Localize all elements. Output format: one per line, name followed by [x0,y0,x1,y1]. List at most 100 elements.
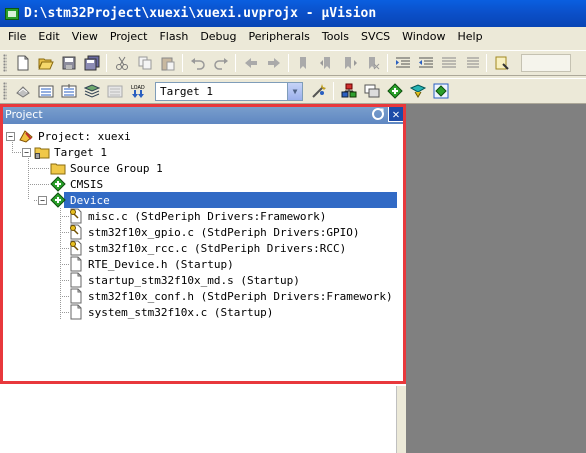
batch-build-icon[interactable] [80,80,103,102]
menu-tools[interactable]: Tools [316,27,355,46]
tree-item-target[interactable]: − Target 1 [22,144,109,160]
tree-item-project[interactable]: − Project: xuexi [6,128,133,144]
svg-text:LOAD: LOAD [131,85,145,91]
translate-icon[interactable] [11,80,34,102]
file-label: misc.c (StdPeriph Drivers:Framework) [88,209,327,223]
close-icon[interactable]: ✕ [388,106,404,122]
project-panel-title: Project [5,107,43,121]
select-packs-icon[interactable] [383,80,406,102]
indent-icon[interactable] [391,52,414,74]
file-label: RTE_Device.h (Startup) [88,257,234,271]
window-title: D:\stm32Project\xuexi\xuexi.uvprojx - µV… [24,6,377,21]
target-label: Target 1 [54,145,107,159]
key-file-icon [68,224,84,240]
undo-icon[interactable] [186,52,209,74]
bookmark-icon[interactable] [292,52,315,74]
target-select[interactable]: Target 1 ▼ [155,81,303,101]
menu-edit[interactable]: Edit [32,27,65,46]
file-icon [68,272,84,288]
menu-window[interactable]: Window [396,27,451,46]
file-extensions-icon[interactable] [337,80,360,102]
uncomment-icon[interactable] [460,52,483,74]
next-bookmark-icon[interactable] [338,52,361,74]
tree-item-file[interactable]: RTE_Device.h (Startup) [68,256,236,272]
panel-splitter[interactable] [397,386,406,453]
copy-icon[interactable] [133,52,156,74]
open-folder-icon[interactable] [34,52,57,74]
toolbar-separator [387,54,388,72]
menu-project[interactable]: Project [104,27,154,46]
editor-area [406,104,586,453]
download-icon[interactable]: LOAD [126,80,149,102]
key-file-icon [68,240,84,256]
file-toolbar [0,50,586,76]
uvision-app-icon [4,6,20,22]
stop-build-icon[interactable] [103,80,126,102]
tree-item-cmsis[interactable]: CMSIS [50,176,105,192]
tree-item-file[interactable]: startup_stm32f10x_md.s (Startup) [68,272,302,288]
menu-file[interactable]: File [2,27,32,46]
find-combo[interactable] [521,54,571,72]
tree-item-file[interactable]: stm32f10x_conf.h (StdPeriph Drivers:Fram… [68,288,395,304]
collapse-icon[interactable]: − [6,131,15,141]
clear-bookmarks-icon[interactable] [361,52,384,74]
cmsis-label: CMSIS [70,177,104,191]
manage-project-items-icon[interactable] [360,80,383,102]
target-select-value: Target 1 [160,84,213,98]
toolbar-separator [486,54,487,72]
toolbar-separator [333,82,334,100]
redo-icon[interactable] [209,52,232,74]
project-panel-header: Project ✕ [0,104,406,124]
build-toolbar: LOAD Target 1 ▼ [0,78,586,104]
pin-icon[interactable] [370,106,386,122]
tree-item-file[interactable]: stm32f10x_gpio.c (StdPeriph Drivers:GPIO… [68,224,362,240]
save-icon[interactable] [57,52,80,74]
menu-view[interactable]: View [66,27,104,46]
file-icon [68,288,84,304]
menu-peripherals[interactable]: Peripherals [243,27,316,46]
menu-debug[interactable]: Debug [194,27,242,46]
menu-help[interactable]: Help [452,27,489,46]
prev-bookmark-icon[interactable] [315,52,338,74]
tree-item-device[interactable]: − Device [38,192,112,208]
menu-flash[interactable]: Flash [153,27,194,46]
component-diamond-icon [50,192,66,208]
title-bar: D:\stm32Project\xuexi\xuexi.uvprojx - µV… [0,0,586,27]
unindent-icon[interactable] [414,52,437,74]
tree-item-file[interactable]: system_stm32f10x.c (Startup) [68,304,275,320]
target-options-icon[interactable] [307,80,330,102]
collapse-icon[interactable]: − [38,195,47,205]
tree-item-source-group[interactable]: Source Group 1 [50,160,165,176]
tree-item-file[interactable]: stm32f10x_rcc.c (StdPeriph Drivers:RCC) [68,240,348,256]
rebuild-icon[interactable] [57,80,80,102]
new-file-icon[interactable] [11,52,34,74]
pack-installer-icon[interactable] [406,80,429,102]
paste-icon[interactable] [156,52,179,74]
menu-bar: File Edit View Project Flash Debug Perip… [0,27,586,46]
tree-item-file[interactable]: misc.c (StdPeriph Drivers:Framework) [68,208,328,224]
manage-rte-icon[interactable] [429,80,452,102]
toolbar-separator [235,54,236,72]
project-label: Project: xuexi [38,129,131,143]
device-label: Device [70,193,110,207]
collapse-icon[interactable]: − [22,147,31,157]
nav-forward-icon[interactable] [262,52,285,74]
key-file-icon [68,208,84,224]
toolbar-grip[interactable] [3,54,7,72]
chevron-down-icon[interactable]: ▼ [287,82,302,100]
toolbar-grip[interactable] [3,82,7,100]
file-icon [68,256,84,272]
menu-svcs[interactable]: SVCS [355,27,396,46]
file-label: stm32f10x_gpio.c (StdPeriph Drivers:GPIO… [88,225,360,239]
toolbar-separator [182,54,183,72]
folder-icon [50,160,66,176]
nav-back-icon[interactable] [239,52,262,74]
file-label: stm32f10x_rcc.c (StdPeriph Drivers:RCC) [88,241,347,255]
selection-highlight [64,192,397,208]
find-in-files-icon[interactable] [490,52,513,74]
comment-icon[interactable] [437,52,460,74]
toolbar-separator [288,54,289,72]
build-icon[interactable] [34,80,57,102]
save-all-icon[interactable] [80,52,103,74]
cut-icon[interactable] [110,52,133,74]
